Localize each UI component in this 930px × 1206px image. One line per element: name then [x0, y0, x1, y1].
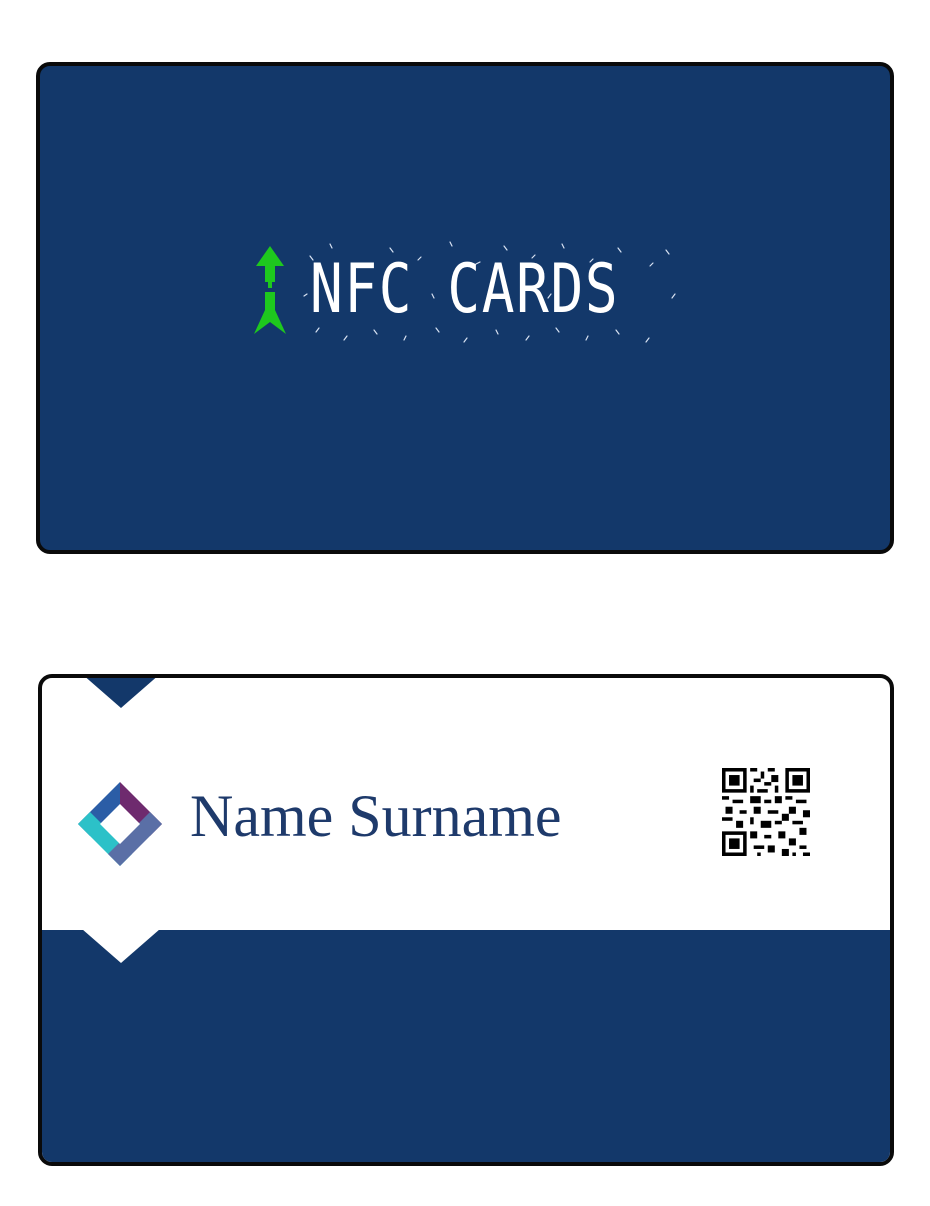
- card-back: Name Surname: [38, 674, 894, 1166]
- band-notch-decoration: [82, 929, 160, 963]
- qr-code-icon[interactable]: [722, 768, 810, 856]
- top-notch-decoration: [86, 678, 156, 708]
- holder-name: Name Surname: [190, 783, 562, 849]
- bottom-band: [42, 929, 890, 1162]
- logo-text: NFC CARDS: [310, 250, 620, 329]
- nfc-arrows-icon: [254, 246, 286, 334]
- diamond-logo-icon: [78, 782, 162, 866]
- nfc-cards-logo: NFC CARDS: [250, 236, 676, 346]
- card-front: NFC CARDS: [36, 62, 894, 554]
